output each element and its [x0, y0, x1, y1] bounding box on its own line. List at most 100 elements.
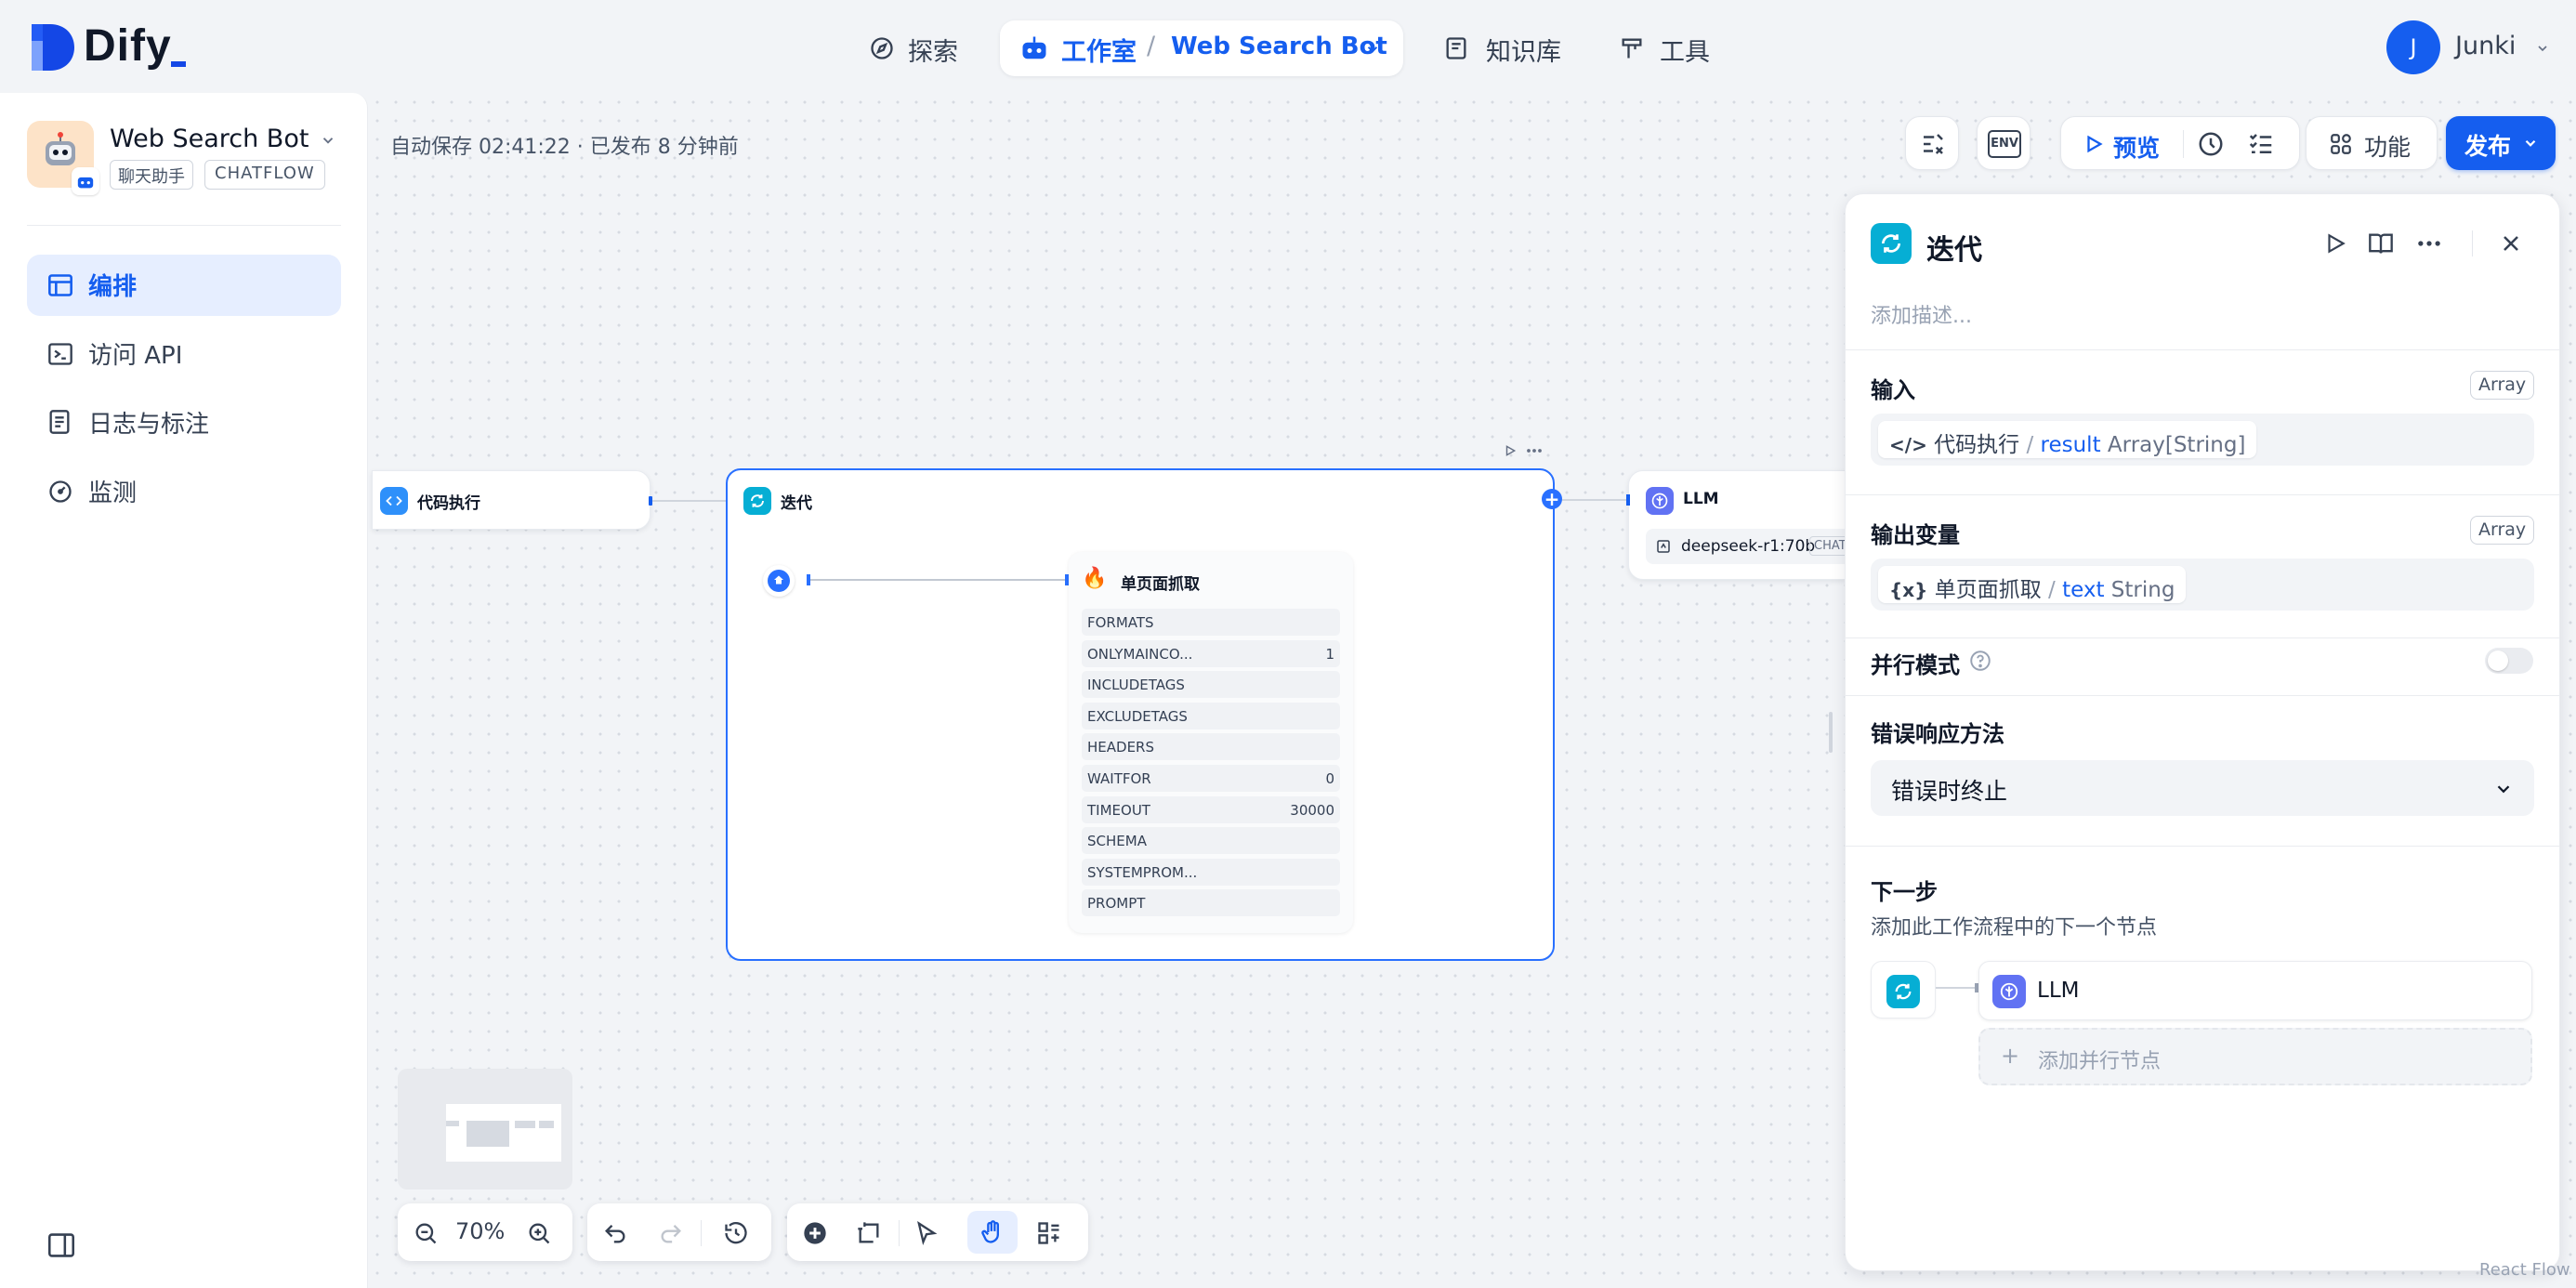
- plus-icon: +: [2001, 1043, 2020, 1069]
- user-menu[interactable]: J Junki: [2386, 19, 2554, 74]
- code-node[interactable]: 代码执行: [372, 470, 651, 530]
- param-value: 1: [1325, 645, 1334, 663]
- react-flow-attribution[interactable]: React Flow: [2479, 1260, 2570, 1280]
- panel-divider: [1845, 494, 2560, 495]
- param-key: TIMEOUT: [1087, 801, 1150, 819]
- panel-resize-handle[interactable]: [1829, 712, 1833, 753]
- chevron-down-icon: [2525, 139, 2536, 147]
- sidebar-item-monitor[interactable]: 监测: [27, 461, 341, 522]
- chatbot-badge-icon: [72, 167, 99, 195]
- minimap[interactable]: [398, 1069, 572, 1189]
- env-button[interactable]: ENV: [1977, 116, 2031, 170]
- zoom-in-icon[interactable]: [526, 1220, 552, 1246]
- version-history-icon[interactable]: [723, 1220, 749, 1246]
- param-key: PROMPT: [1087, 895, 1146, 913]
- edge-iteration-llm: [1562, 499, 1627, 501]
- llm-target-handle[interactable]: [1626, 494, 1630, 506]
- error-handling-label: 错误响应方法: [1871, 721, 2004, 747]
- publish-button[interactable]: 发布: [2446, 116, 2556, 170]
- toolbar-divider: [899, 1220, 900, 1246]
- nav-studio-label: 工作室: [1061, 38, 1137, 67]
- param-key: WAITFOR: [1087, 770, 1151, 787]
- nav-explore[interactable]: 探索: [869, 28, 971, 69]
- list-check-icon[interactable]: [2247, 130, 2275, 158]
- add-node-handle[interactable]: +: [1542, 489, 1562, 509]
- panel-title[interactable]: 迭代: [1926, 227, 1982, 268]
- undo-icon[interactable]: [602, 1220, 628, 1246]
- chevron-down-icon[interactable]: [1364, 41, 1381, 58]
- dify-logo[interactable]: Dify: [30, 21, 197, 74]
- help-icon[interactable]: [1968, 649, 1992, 673]
- avatar: J: [2386, 20, 2440, 74]
- organize-icon[interactable]: [1036, 1220, 1062, 1246]
- next-node-label: LLM: [2037, 979, 2080, 1003]
- sidebar-item-label: 访问 API: [88, 342, 183, 370]
- checklist-button[interactable]: [1905, 116, 1959, 170]
- parallel-mode-toggle[interactable]: [2485, 648, 2533, 674]
- description-input[interactable]: 添加描述...: [1871, 299, 1972, 329]
- play-icon[interactable]: [2323, 231, 2347, 256]
- nav-tools-label: 工具: [1660, 38, 1710, 67]
- llm-node-title: LLM: [1683, 490, 1719, 508]
- iteration-node-title: 迭代: [781, 494, 812, 513]
- input-variable-chip: </> 代码执行 / result Array[String]: [1878, 421, 2257, 458]
- env-icon: ENV: [1988, 130, 2021, 158]
- preview-button[interactable]: 预览: [2070, 125, 2173, 164]
- user-name: Junki: [2455, 32, 2517, 60]
- output-variable-chip: {x} 单页面抓取 / text String: [1878, 566, 2187, 603]
- compass-icon: [871, 37, 893, 59]
- input-node-name: 代码执行: [1934, 433, 2020, 457]
- sidebar-collapse-icon[interactable]: [46, 1232, 76, 1258]
- app-name[interactable]: Web Search Bot: [110, 125, 309, 153]
- redo-icon[interactable]: [658, 1220, 684, 1246]
- llm-node[interactable]: LLM deepseek-r1:70b CHAT: [1628, 470, 1869, 580]
- edge-start-scrape: [810, 579, 1068, 581]
- output-variable-selector[interactable]: {x} 单页面抓取 / text String: [1871, 559, 2534, 611]
- code-icon: [380, 487, 408, 515]
- sidebar-item-orchestrate[interactable]: 编排: [27, 255, 341, 316]
- input-variable-selector[interactable]: </> 代码执行 / result Array[String]: [1871, 414, 2534, 466]
- scrape-param-row: TIMEOUT 30000: [1082, 795, 1340, 823]
- more-icon[interactable]: [1526, 444, 1543, 457]
- next-node-llm[interactable]: LLM: [1978, 961, 2532, 1020]
- param-key: EXCLUDETAGS: [1087, 707, 1188, 725]
- add-note-icon[interactable]: [856, 1220, 882, 1246]
- book-icon: [1446, 37, 1466, 59]
- sidebar-item-label: 监测: [88, 480, 138, 507]
- nav-tools[interactable]: 工具: [1619, 28, 1721, 69]
- param-key: SCHEMA: [1087, 833, 1147, 850]
- panel-divider: [1845, 695, 2560, 696]
- sidebar-item-api[interactable]: 访问 API: [27, 323, 341, 385]
- nav-studio[interactable]: 工作室 / Web Search Bot: [1000, 20, 1403, 76]
- app-icon: [27, 121, 99, 195]
- minimap-node: [446, 1121, 459, 1126]
- nav-knowledge[interactable]: 知识库: [1443, 28, 1573, 69]
- scrape-param-row: FORMATS: [1082, 609, 1340, 636]
- autosave-status: 自动保存 02:41:22 · 已发布 8 分钟前: [390, 136, 739, 159]
- scrape-param-row: SCHEMA: [1082, 827, 1340, 855]
- zoom-level[interactable]: 70%: [455, 1218, 505, 1244]
- chevron-down-icon[interactable]: [320, 132, 336, 149]
- panel-header-divider: [2472, 230, 2473, 256]
- more-icon[interactable]: [2416, 236, 2442, 251]
- toolbar-divider: [701, 1220, 702, 1246]
- play-icon[interactable]: [1504, 444, 1517, 457]
- llm-icon: [1646, 487, 1674, 515]
- book-open-icon[interactable]: [2368, 231, 2394, 256]
- hand-tool-button[interactable]: [967, 1211, 1018, 1254]
- sidebar-item-logs[interactable]: 日志与标注: [27, 392, 341, 453]
- add-node-icon[interactable]: [802, 1220, 828, 1246]
- path-separator: /: [2048, 578, 2063, 602]
- nav-app-name[interactable]: Web Search Bot: [1171, 33, 1387, 60]
- pointer-icon[interactable]: [913, 1220, 940, 1246]
- scrape-param-row: HEADERS: [1082, 733, 1340, 761]
- param-key: FORMATS: [1087, 614, 1154, 631]
- zoom-out-icon[interactable]: [413, 1220, 439, 1246]
- error-handling-select[interactable]: 错误时终止: [1871, 760, 2534, 816]
- history-run-icon[interactable]: [2197, 130, 2225, 158]
- features-button[interactable]: 功能: [2306, 116, 2438, 170]
- current-node-box: [1871, 961, 1936, 1019]
- add-parallel-node-button[interactable]: + 添加并行节点: [1978, 1028, 2532, 1085]
- sidebar-item-label: 日志与标注: [88, 411, 210, 439]
- close-icon[interactable]: [2500, 232, 2522, 255]
